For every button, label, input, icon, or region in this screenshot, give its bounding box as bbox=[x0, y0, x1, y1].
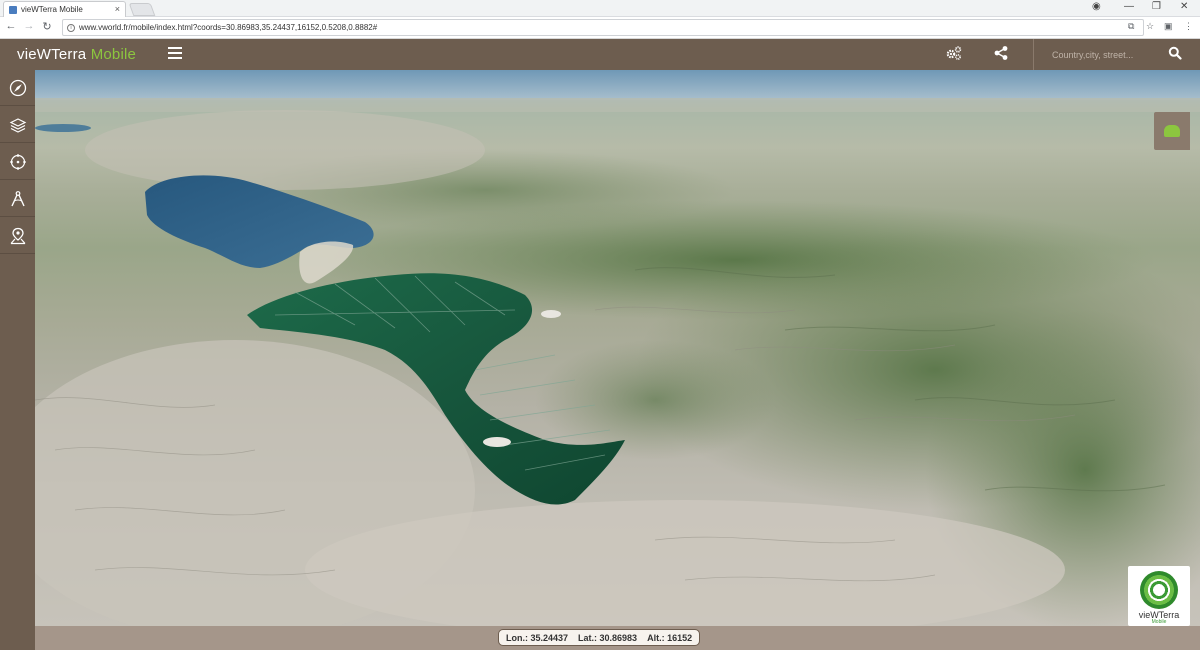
translate-icon[interactable]: ⧉ bbox=[1128, 21, 1134, 32]
place-marker-icon bbox=[10, 227, 25, 244]
header-divider bbox=[1033, 39, 1034, 70]
url-field[interactable]: i www.vworld.fr/mobile/index.html?coords… bbox=[62, 19, 1144, 36]
brand-main: vieWTerra bbox=[17, 46, 87, 63]
layer-toggle-button[interactable] bbox=[1154, 112, 1190, 150]
layer-toggle-icon bbox=[1164, 125, 1180, 137]
layers-icon bbox=[9, 117, 26, 133]
new-tab-button[interactable] bbox=[128, 3, 156, 16]
toolbar-locate-button[interactable] bbox=[0, 144, 35, 180]
address-bar-row: ← → ↻ i www.vworld.fr/mobile/index.html?… bbox=[0, 17, 1200, 39]
logo-sub: Mobile bbox=[1151, 619, 1167, 625]
toolbar-compass-button[interactable] bbox=[0, 70, 35, 106]
compass-icon bbox=[9, 79, 26, 96]
terrain-imagery bbox=[35, 70, 1200, 626]
share-icon[interactable] bbox=[991, 45, 1011, 65]
settings-gears-icon[interactable] bbox=[944, 45, 964, 65]
longitude-value: Lon.: 35.24437 bbox=[506, 632, 569, 643]
toolbar-layers-button[interactable] bbox=[0, 107, 35, 143]
latitude-value: Lat.: 30.86983 bbox=[578, 632, 638, 643]
toolbar-place-button[interactable] bbox=[0, 218, 35, 254]
brand-accent: Mobile bbox=[90, 46, 137, 63]
tab-title: vieWTerra Mobile bbox=[21, 5, 83, 14]
logo-emblem-icon bbox=[1140, 571, 1178, 609]
altitude-value: Alt.: 16152 bbox=[647, 632, 693, 643]
hamburger-menu-icon[interactable] bbox=[168, 47, 182, 59]
brand-logo: vieWTerra Mobile bbox=[1128, 566, 1190, 626]
reload-icon[interactable]: ↻ bbox=[40, 20, 54, 33]
favicon-icon bbox=[9, 5, 17, 14]
status-bar: Lon.: 35.24437 Lat.: 30.86983 Alt.: 1615… bbox=[35, 626, 1200, 650]
bookmark-star-icon[interactable]: ☆ bbox=[1146, 21, 1154, 32]
tab-close-icon[interactable]: × bbox=[115, 4, 120, 14]
profile-icon[interactable]: ◉ bbox=[1092, 1, 1101, 12]
restore-button[interactable]: ❐ bbox=[1152, 1, 1161, 12]
toolbar-measure-button[interactable] bbox=[0, 181, 35, 217]
close-window-button[interactable]: ✕ bbox=[1180, 1, 1188, 12]
terrain-map-view[interactable]: vieWTerra Mobile bbox=[35, 70, 1200, 626]
browser-tab[interactable]: vieWTerra Mobile × bbox=[3, 1, 126, 17]
crosshair-icon bbox=[9, 153, 26, 170]
search-input[interactable] bbox=[1040, 43, 1158, 66]
left-toolbar bbox=[0, 70, 35, 650]
app-header: vieWTerra Mobile bbox=[0, 39, 1200, 70]
browser-menu-icon[interactable]: ⋮ bbox=[1184, 21, 1193, 32]
brand-title: vieWTerra Mobile bbox=[17, 46, 136, 63]
search-icon[interactable] bbox=[1168, 46, 1184, 62]
url-text: www.vworld.fr/mobile/index.html?coords=3… bbox=[79, 23, 378, 32]
site-info-icon[interactable]: i bbox=[67, 23, 75, 32]
measure-icon bbox=[10, 190, 25, 206]
coordinates-readout: Lon.: 35.24437 Lat.: 30.86983 Alt.: 1615… bbox=[498, 629, 701, 646]
forward-icon[interactable]: → bbox=[22, 20, 36, 32]
back-icon[interactable]: ← bbox=[4, 20, 18, 32]
extension-icon[interactable]: ▣ bbox=[1164, 21, 1173, 32]
minimize-button[interactable]: — bbox=[1124, 1, 1134, 12]
browser-tab-strip: vieWTerra Mobile × ◉ — ❐ ✕ bbox=[0, 0, 1200, 17]
